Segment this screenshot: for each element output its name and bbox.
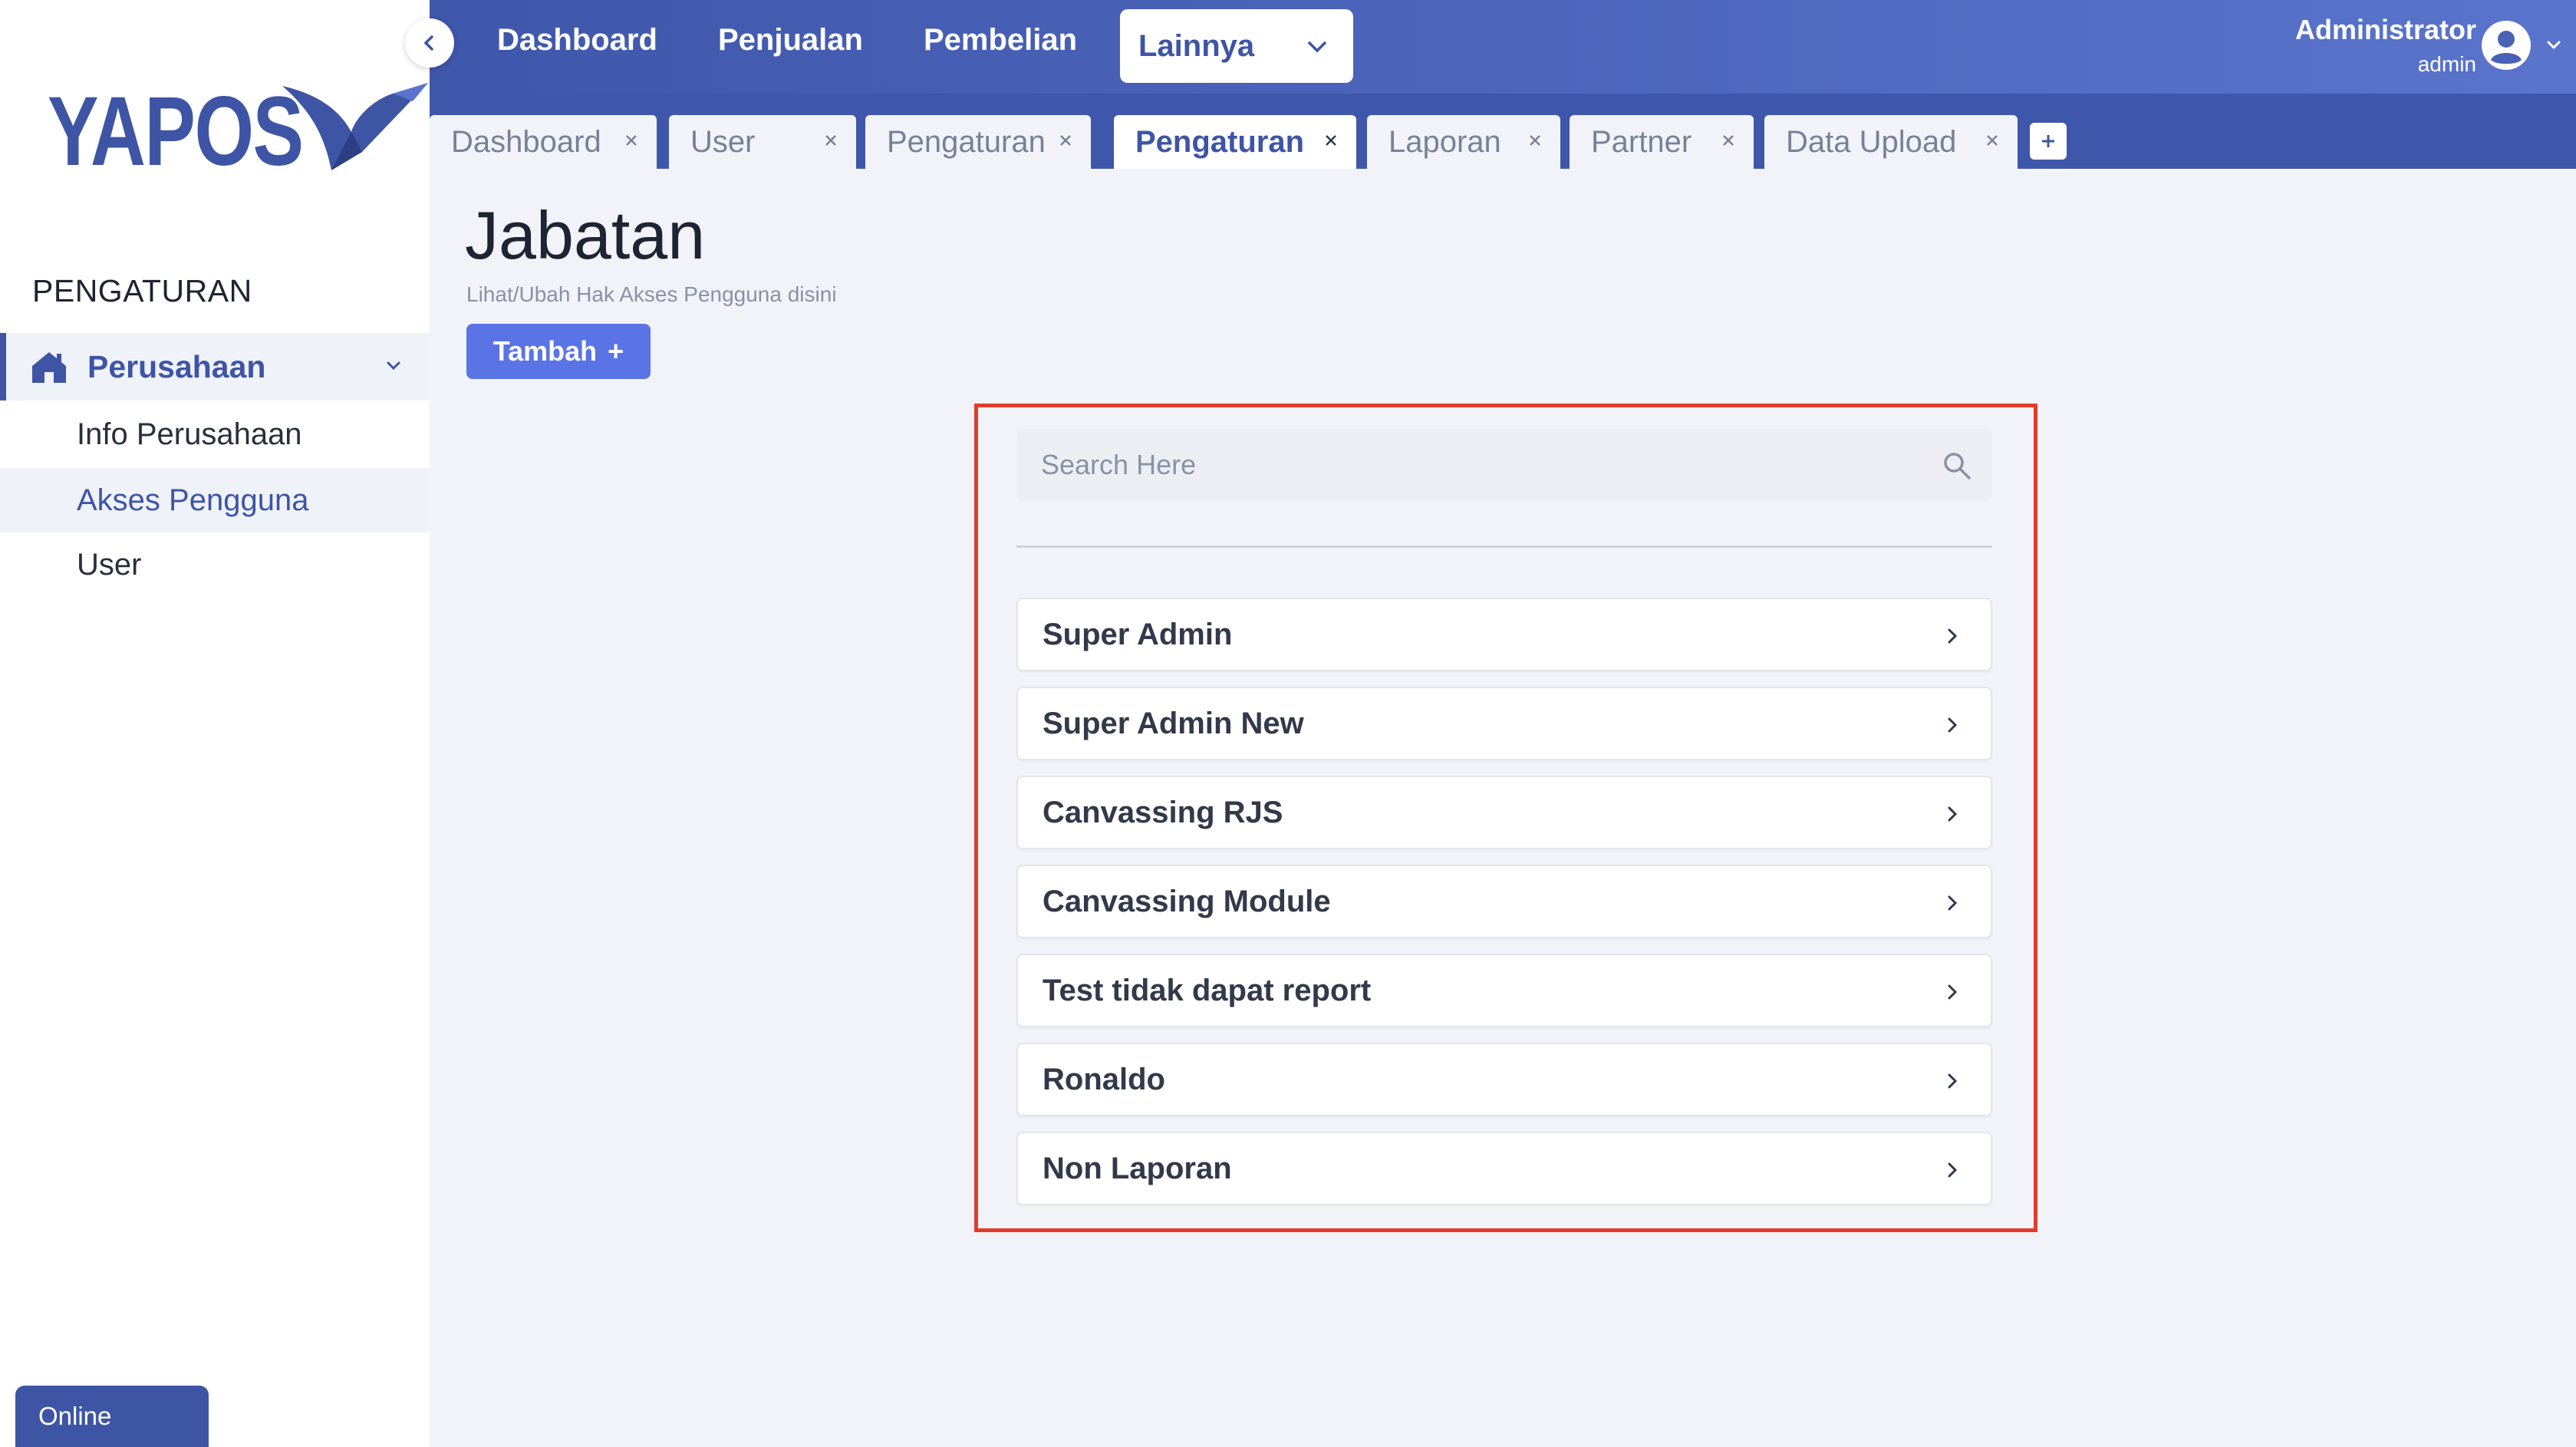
tab-user[interactable]: User [669,115,856,169]
close-icon[interactable] [1323,132,1339,149]
chevron-right-icon [1948,806,1958,822]
tab-label: Laporan [1388,124,1501,159]
page-title: Jabatan [465,197,706,273]
bird-logo-icon [282,83,428,170]
divider [1016,546,1992,548]
add-tab-button[interactable] [2030,123,2067,160]
tab-bar: Dashboard User Pengaturan Pengaturan Lap… [430,94,2576,169]
tab-label: Pengaturan [887,124,1046,159]
close-icon[interactable] [1984,132,2001,149]
search-icon[interactable] [1942,450,1972,481]
online-status-badge[interactable]: Online [15,1386,209,1447]
role-label: Super Admin [1043,617,1233,651]
chevron-right-icon [1948,1162,1958,1178]
role-item-canvassing-rjs[interactable]: Canvassing RJS [1016,776,1992,849]
tab-pengaturan[interactable]: Pengaturan [865,115,1091,169]
nav-pembelian[interactable]: Pembelian [924,23,1077,58]
role-label: Non Laporan [1043,1151,1232,1185]
sidebar-section-title: PENGATURAN [32,273,252,308]
chevron-left-icon [423,35,433,51]
tab-dashboard[interactable]: Dashboard [430,115,657,169]
top-navigation: Dashboard Penjualan Pembelian Lainnya Ad… [430,0,2576,94]
role-label: Super Admin New [1043,706,1304,740]
plus-icon: + [608,335,624,367]
nav-penjualan[interactable]: Penjualan [718,23,863,58]
role-item-ronaldo[interactable]: Ronaldo [1016,1043,1992,1116]
chevron-down-icon [1308,41,1326,53]
role-label: Test tidak dapat report [1043,973,1372,1007]
tab-label: User [690,124,756,159]
close-icon[interactable] [1720,132,1737,149]
chevron-down-icon[interactable] [2545,38,2562,52]
role-item-non-laporan[interactable]: Non Laporan [1016,1132,1992,1205]
sidebar-item-info-perusahaan[interactable]: Info Perusahaan [0,402,430,466]
tab-data-upload[interactable]: Data Upload [1764,115,2018,169]
chevron-right-icon [1948,984,1958,1000]
user-name: Administrator [2294,14,2476,45]
sidebar-item-akses-pengguna[interactable]: Akses Pengguna [0,468,430,532]
role-list-panel: Super Admin Super Admin New Canvassing R… [974,404,2037,1232]
role-label: Ronaldo [1043,1062,1165,1096]
tambah-button[interactable]: Tambah + [466,324,651,379]
nav-lainnya-label: Lainnya [1138,28,1255,63]
close-icon[interactable] [822,132,839,149]
nav-lainnya-dropdown[interactable]: Lainnya [1120,9,1353,83]
user-info[interactable]: Administrator admin [2295,14,2476,77]
sidebar-item-user[interactable]: User [0,532,430,597]
close-icon[interactable] [623,132,640,149]
tab-laporan[interactable]: Laporan [1367,115,1560,169]
user-avatar-icon[interactable] [2481,20,2532,71]
close-icon[interactable] [1527,132,1543,149]
chevron-right-icon [1948,895,1958,911]
role-item-canvassing-module[interactable]: Canvassing Module [1016,865,1992,938]
user-role: admin [2417,52,2476,76]
page-subtitle: Lihat/Ubah Hak Akses Pengguna disini [466,282,837,306]
tab-label: Pengaturan [1135,124,1305,159]
role-item-super-admin-new[interactable]: Super Admin New [1016,687,1992,760]
sidebar-group-label: Perusahaan [87,348,266,384]
logo-text: YAPOS [48,77,304,186]
tab-pengaturan-active[interactable]: Pengaturan [1114,115,1356,169]
tab-label: Partner [1591,124,1692,159]
tab-label: Data Upload [1786,124,1957,159]
chevron-right-icon [1948,717,1958,733]
logo: YAPOS [48,77,428,186]
home-icon [32,352,66,383]
tab-label: Dashboard [451,124,601,159]
nav-dashboard[interactable]: Dashboard [497,23,657,58]
tab-partner[interactable]: Partner [1570,115,1754,169]
role-label: Canvassing RJS [1043,795,1283,829]
chevron-right-icon [1948,628,1958,644]
role-list: Super Admin Super Admin New Canvassing R… [1016,598,1992,1221]
role-item-test-tidak-dapat-report[interactable]: Test tidak dapat report [1016,954,1992,1027]
sidebar: YAPOS PENGATURAN Perusahaan Info Perusah… [0,0,430,1447]
chevron-down-icon [387,361,400,371]
tambah-button-label: Tambah [492,335,598,367]
role-label: Canvassing Module [1043,884,1331,918]
plus-icon [2042,135,2054,147]
sidebar-group-perusahaan[interactable]: Perusahaan [0,333,430,400]
chevron-right-icon [1948,1073,1958,1089]
search-box[interactable] [1016,429,1992,501]
search-input[interactable] [1041,447,1885,483]
sidebar-collapse-button[interactable] [405,18,454,68]
role-item-super-admin[interactable]: Super Admin [1016,598,1992,671]
close-icon[interactable] [1057,132,1074,149]
